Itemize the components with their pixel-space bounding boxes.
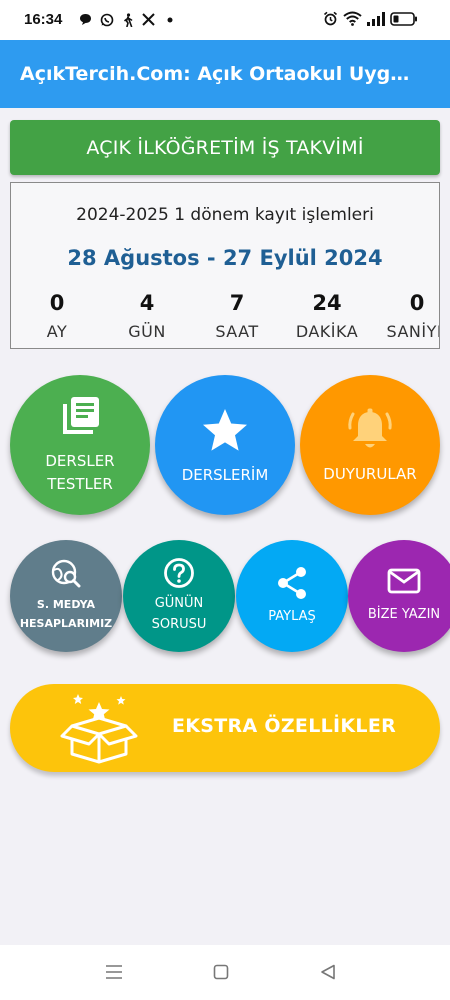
countdown-hours: 7 SAAT: [192, 291, 282, 341]
gift-box-stars-icon: [60, 694, 138, 764]
countdown-days-label: GÜN: [128, 322, 166, 341]
star-icon: [203, 408, 247, 451]
share-label: PAYLAŞ: [268, 608, 316, 624]
system-nav-bar: [0, 945, 450, 1000]
recent-apps-icon[interactable]: [105, 964, 123, 980]
wifi-icon: [343, 11, 362, 31]
question-circle-icon: [164, 558, 194, 588]
walking-person-icon: [120, 12, 135, 27]
my-lessons-button[interactable]: DERSLERİM: [155, 375, 295, 515]
globe-search-icon: [51, 559, 81, 588]
academic-calendar-button[interactable]: AÇIK İLKÖĞRETİM İŞ TAKVİMİ: [10, 120, 440, 175]
countdown-minutes-value: 24: [312, 291, 342, 315]
countdown-days-value: 4: [139, 291, 155, 315]
share-icon: [278, 566, 306, 599]
signal-icon: [367, 11, 385, 31]
app-bar: AçıkTercih.Com: Açık Ortaokul Uygulaması: [0, 40, 450, 108]
status-time: 16:34: [24, 11, 63, 28]
countdown-seconds-label: SANİYE: [386, 322, 439, 341]
home-icon[interactable]: [213, 964, 229, 980]
x-twitter-icon: [141, 12, 156, 27]
battery-icon: [390, 11, 418, 31]
countdown-seconds: 0 SANİYE: [372, 291, 439, 341]
social-media-label-line1: S. MEDYA: [36, 598, 96, 611]
chat-bubble-icon: [78, 12, 93, 27]
lessons-tests-button[interactable]: DERSLER TESTLER: [10, 375, 150, 515]
notification-icons: [78, 12, 177, 27]
app-title: AçıkTercih.Com: Açık Ortaokul Uygulaması: [20, 63, 420, 85]
dot-icon: [162, 12, 177, 27]
question-of-the-day-button[interactable]: GÜNÜN SORUSU: [123, 540, 235, 652]
countdown-panel: 2024-2025 1 dönem kayıt işlemleri 28 Ağu…: [10, 182, 440, 349]
countdown-seconds-value: 0: [409, 291, 425, 315]
contact-us-button[interactable]: BİZE YAZIN: [348, 540, 450, 652]
question-of-the-day-label-line1: GÜNÜN: [154, 596, 204, 611]
contact-us-label: BİZE YAZIN: [367, 606, 441, 622]
social-media-label-line2: HESAPLARIMIZ: [19, 617, 113, 630]
social-media-button[interactable]: S. MEDYA HESAPLARIMIZ: [10, 540, 122, 652]
countdown-months-value: 0: [49, 291, 65, 315]
countdown-hours-label: SAAT: [215, 322, 259, 341]
system-icons: [323, 11, 418, 31]
countdown-days: 4 GÜN: [102, 291, 192, 341]
extra-features-button[interactable]: EKSTRA ÖZELLİKLER: [10, 684, 440, 772]
my-lessons-label: DERSLERİM: [181, 465, 269, 484]
countdown-months: 0 AY: [12, 291, 102, 341]
lessons-tests-label-line2: TESTLER: [47, 475, 113, 493]
countdown-dates: 28 Ağustos - 27 Eylül 2024: [67, 246, 383, 270]
alarm-icon: [323, 11, 338, 31]
countdown-hours-value: 7: [229, 291, 245, 315]
question-of-the-day-label-line2: SORUSU: [151, 617, 207, 632]
countdown-title: 2024-2025 1 dönem kayıt işlemleri: [76, 205, 374, 225]
book-pages-icon: [63, 397, 99, 434]
announcements-label: DUYURULAR: [323, 464, 417, 483]
status-bar: 16:34: [0, 0, 450, 40]
announcements-button[interactable]: DUYURULAR: [300, 375, 440, 515]
countdown-minutes-label: DAKİKA: [295, 322, 359, 341]
share-button[interactable]: PAYLAŞ: [236, 540, 348, 652]
lessons-tests-label-line1: DERSLER: [45, 452, 115, 470]
countdown-months-label: AY: [46, 322, 68, 341]
mail-icon: [387, 568, 421, 593]
back-icon[interactable]: [320, 964, 336, 980]
extra-features-label: EKSTRA ÖZELLİKLER: [172, 715, 397, 737]
countdown-minutes: 24 DAKİKA: [282, 291, 372, 341]
whatsapp-icon: [99, 12, 114, 27]
bell-ringing-icon: [348, 408, 392, 447]
